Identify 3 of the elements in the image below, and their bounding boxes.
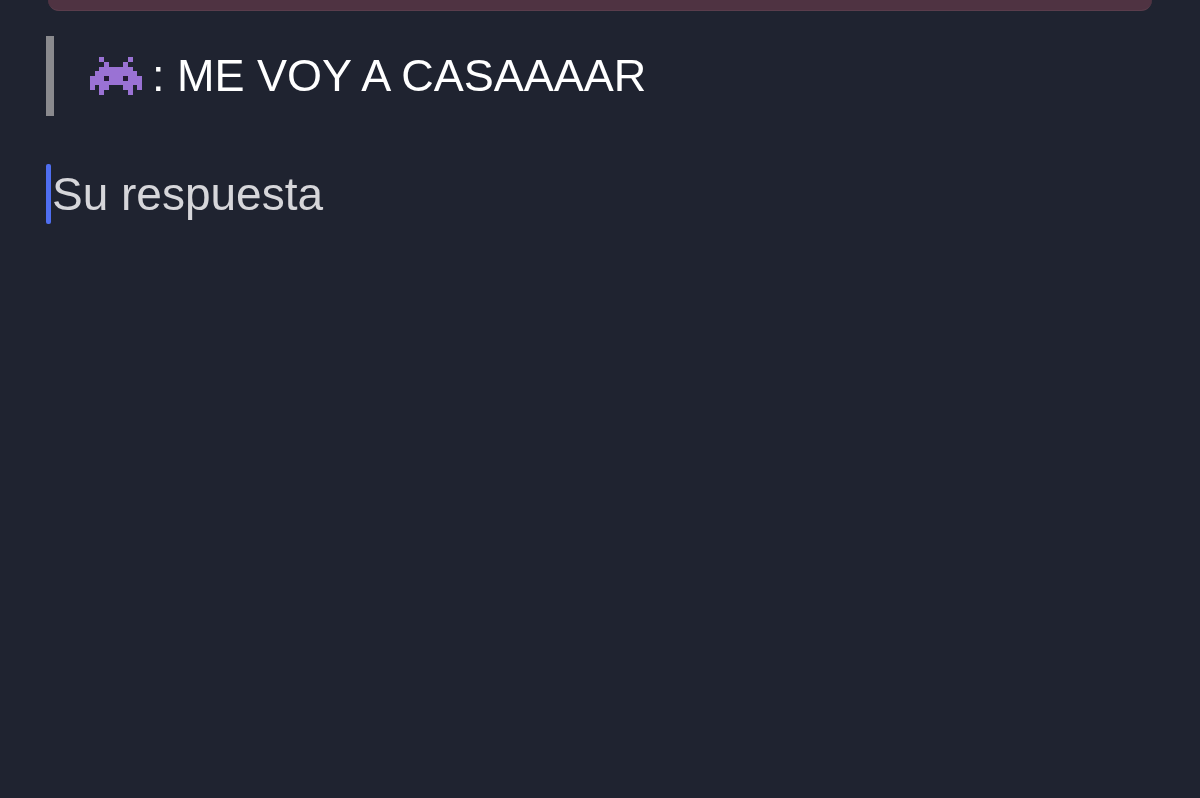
quote-text: : ME VOY A CASAAAAR bbox=[152, 50, 647, 102]
alien-monster-icon bbox=[90, 57, 142, 95]
answer-field[interactable]: Su respuesta bbox=[52, 166, 652, 222]
